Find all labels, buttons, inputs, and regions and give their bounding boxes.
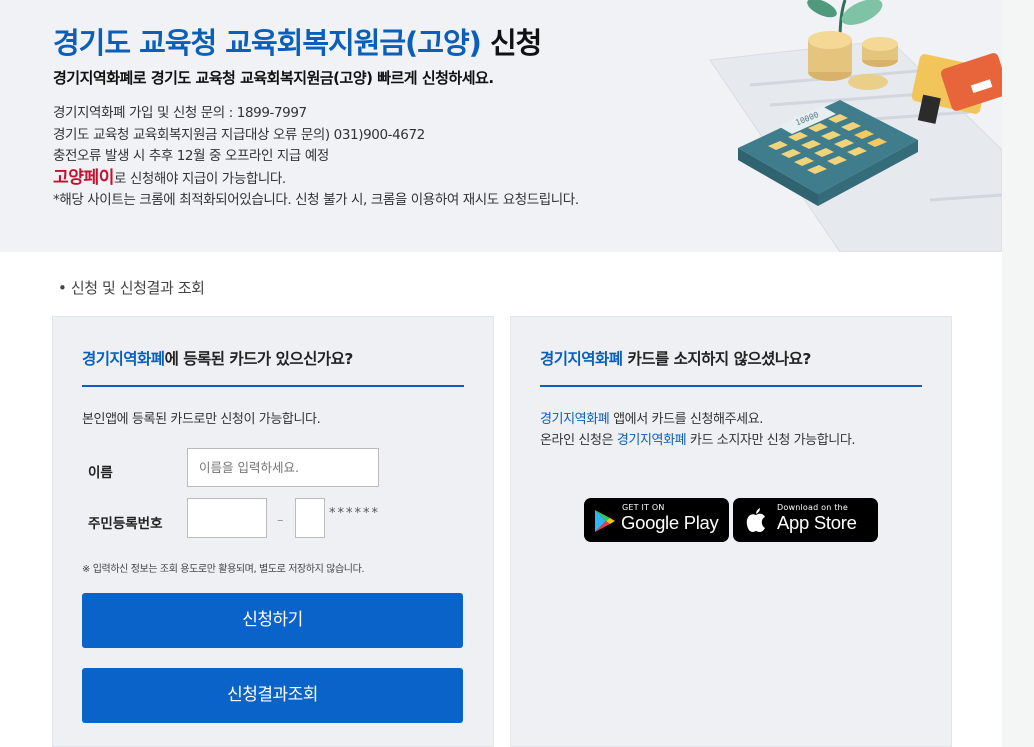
registered-card-panel: 경기지역화폐에 등록된 카드가 있으신가요? 본인앱에 등록된 카드로만 신청이… [52,316,494,747]
rrn-label: 주민등록번호 [88,516,163,532]
app-apply-rest: 앱에서 카드를 신청해주세요. [609,412,764,427]
app-store-small-text: Download on the [777,503,848,512]
heading-rest: 에 등록된 카드가 있으신가요? [164,350,354,368]
info-brand-line: 고양페이로 신청해야 지급이 가능합니다. [53,168,579,191]
info-chrome-line: *해당 사이트는 크롬에 최적화되어있습니다. 신청 불가 시, 크롬을 이용하… [53,192,579,208]
heading-rest: 카드를 소지하지 않으셨나요? [622,350,811,368]
apply-button[interactable]: 신청하기 [82,593,463,648]
rrn-dash: – [277,513,284,528]
section-title: • 신청 및 신청결과 조회 [58,279,205,297]
name-input[interactable] [187,448,379,487]
online-apply-line: 온라인 신청은 경기지역화폐 카드 소지자만 신청 가능합니다. [540,429,856,448]
info-block: 경기지역화폐 가입 및 신청 문의 : 1899-7997 경기도 교육청 교육… [53,103,579,212]
page-side-strip [1002,0,1034,747]
goyang-pay-label: 고양페이 [53,167,114,188]
online-apply-pre: 온라인 신청은 [540,433,617,448]
heading-brand: 경기지역화폐 [82,350,165,368]
google-play-button[interactable]: GET IT ON Google Play [584,498,729,542]
registered-card-heading: 경기지역화폐에 등록된 카드가 있으신가요? [82,347,464,387]
online-apply-rest: 카드 소지자만 신청 가능합니다. [686,433,856,448]
google-play-big-text: Google Play [621,512,719,533]
info-contact-line: 경기지역화폐 가입 및 신청 문의 : 1899-7997 [53,105,307,121]
google-play-small-text: GET IT ON [622,503,665,512]
info-offline-line: 충전오류 발생 시 추후 12월 중 오프라인 지급 예정 [53,148,329,164]
page-title-main: 경기도 교육청 교육회복지원금(고양) [53,26,482,60]
no-card-panel: 경기지역화폐 카드를 소지하지 않으셨나요? 경기지역화폐 앱에서 카드를 신청… [510,316,952,747]
no-card-heading: 경기지역화폐 카드를 소지하지 않으셨나요? [540,347,922,387]
name-label: 이름 [88,465,113,481]
page-subtitle: 경기지역화폐로 경기도 교육청 교육회복지원금(고양) 빠르게 신청하세요. [53,69,494,87]
brand-text: 경기지역화폐 [616,433,687,448]
check-result-button[interactable]: 신청결과조회 [82,668,463,723]
info-error-line: 경기도 교육청 교육회복지원금 지급대상 오류 문의) 031)900-4672 [53,126,425,143]
app-store-big-text: App Store [777,512,857,533]
heading-brand: 경기지역화폐 [540,350,623,368]
hero-banner: 경기도 교육청 교육회복지원금(고양) 신청 경기지역화폐로 경기도 교육청 교… [0,0,1002,252]
page-title-suffix: 신청 [480,26,542,60]
app-apply-line: 경기지역화폐 앱에서 카드를 신청해주세요. [540,408,763,427]
brand-text: 경기지역화폐 [540,412,610,427]
app-store-button[interactable]: Download on the App Store [733,498,878,542]
page-title: 경기도 교육청 교육회복지원금(고양) 신청 [53,20,542,62]
rrn-back-digit-input[interactable] [295,498,325,538]
google-play-icon [595,510,615,532]
finance-illustration: 10000 [709,0,1002,252]
rrn-front-input[interactable] [187,498,267,538]
rrn-masked-digits: ****** [329,506,380,521]
app-card-note: 본인앱에 등록된 카드로만 신청이 가능합니다. [82,412,321,427]
apple-icon [746,508,765,532]
info-brand-rest: 로 신청해야 지급이 가능합니다. [113,170,286,187]
privacy-note: ※ 입력하신 정보는 조회 용도로만 활용되며, 별도로 저장하지 않습니다. [82,564,365,575]
